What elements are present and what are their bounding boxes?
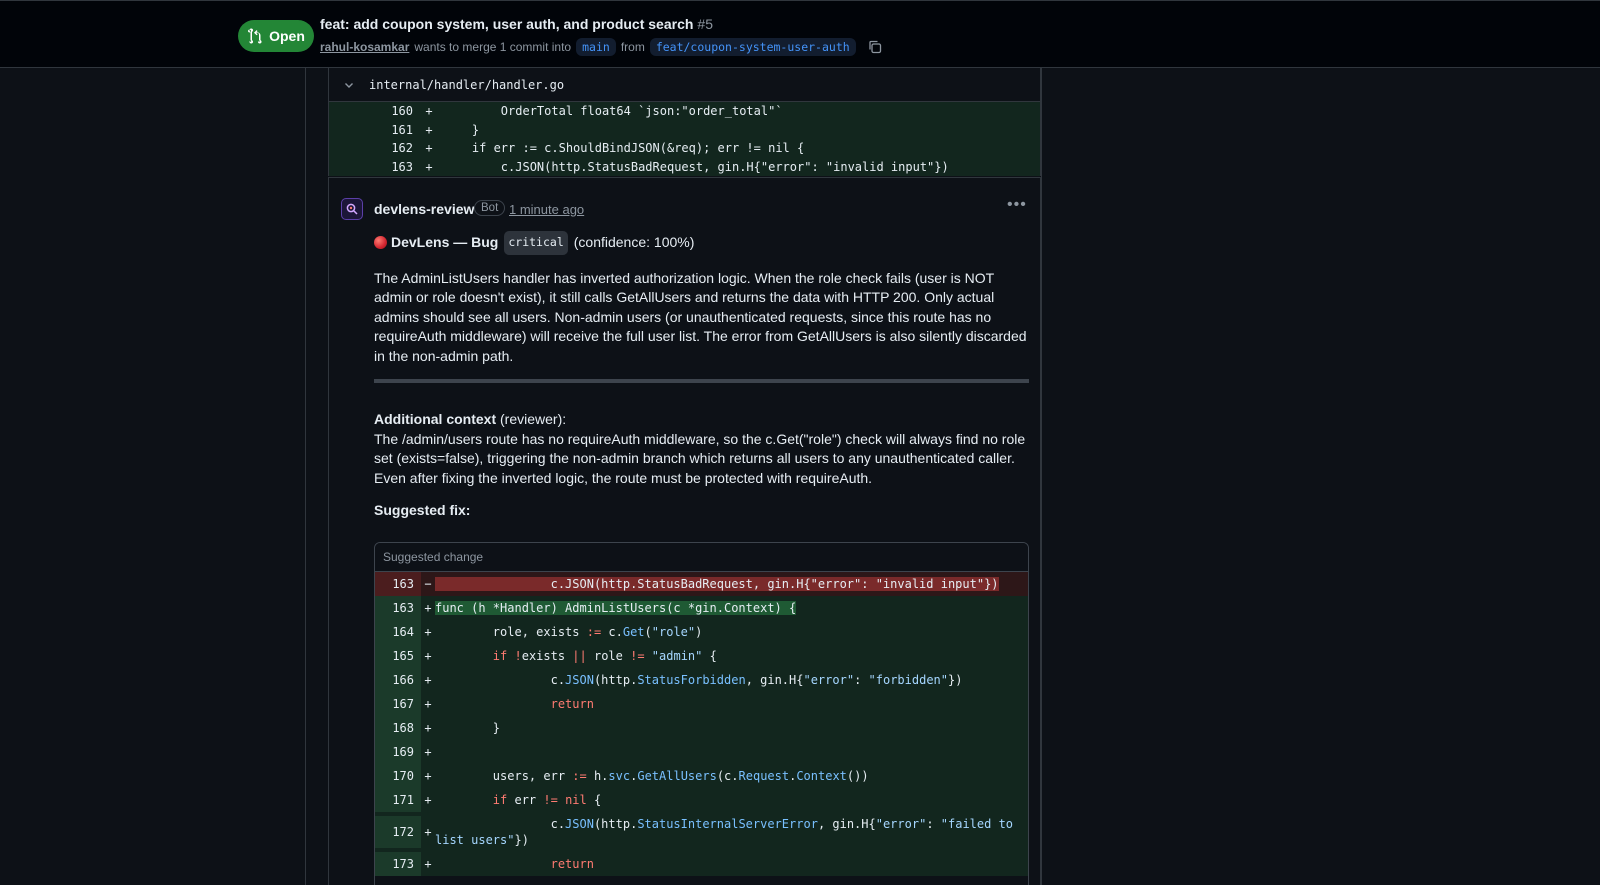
suggestion-added-line: 166 + c.JSON(http.StatusForbidden, gin.H{…: [375, 668, 1028, 692]
merge-text: wants to merge 1 commit into: [414, 40, 572, 54]
diff-file: internal/handler/handler.go 160 + OrderTo…: [328, 68, 1041, 176]
code-text: c.JSON(http.StatusBadRequest, gin.H{"err…: [443, 159, 949, 174]
suggestion-added-line: 163 + func (h *Handler) AdminListUsers(c *…: [375, 596, 1028, 620]
suggestion-added-line: 168 + }: [375, 716, 1028, 740]
file-path: internal/handler/handler.go: [369, 77, 565, 92]
pr-merge-info: rahul-kosamkar wants to merge 1 commit i…: [320, 38, 883, 56]
code-text: OrderTotal float64 `json:"order_total"`: [443, 104, 783, 119]
suggestion-added-line: 165 + if !exists || role != "admin" {: [375, 644, 1028, 668]
comment-body: DevLens — Bug critical (confidence: 100%…: [374, 231, 1029, 521]
suggestion-added-line: 164 + role, exists := c.Get("role"): [375, 620, 1028, 644]
file-header[interactable]: internal/handler/handler.go: [329, 68, 1040, 102]
context-label: Additional context: [374, 411, 497, 427]
severity-line: DevLens — Bug critical (confidence: 100%…: [374, 231, 1029, 255]
diff-marker: +: [425, 122, 433, 137]
context-body: The /admin/users route has no requireAut…: [374, 430, 1026, 486]
severity-title: DevLens — Bug: [391, 234, 499, 250]
pr-title: feat: add coupon system, user auth, and …: [320, 16, 713, 32]
line-number[interactable]: 160: [329, 104, 415, 118]
git-pull-request-icon: [248, 28, 262, 44]
pr-author-link[interactable]: rahul-kosamkar: [320, 40, 409, 54]
suggestion-deleted-line: 163− c.JSON(http.StatusBadRequest, gin.H…: [375, 572, 1028, 596]
suggested-change-header: Suggested change: [375, 543, 1028, 572]
pr-state-label: Open: [269, 28, 305, 44]
line-number[interactable]: 161: [329, 123, 415, 137]
pr-title-text: feat: add coupon system, user auth, and …: [320, 16, 694, 32]
avatar[interactable]: [341, 198, 363, 220]
red-circle-icon: [374, 236, 387, 250]
content-right-border: [1041, 68, 1042, 885]
diff-line: 161 + }: [329, 120, 1040, 139]
suggested-change-box: Suggested change 163− c.JSON(http.Status…: [374, 542, 1029, 885]
bot-badge: Bot: [474, 200, 506, 216]
chevron-down-icon[interactable]: [343, 79, 355, 91]
suggestion-added-line: 171 + if err != nil {: [375, 788, 1028, 812]
diff-line: 162 + if err := c.ShouldBindJSON(&req); e…: [329, 139, 1040, 158]
code-text: if err := c.ShouldBindJSON(&req); err !=…: [443, 141, 805, 156]
from-text: from: [620, 40, 645, 54]
line-number[interactable]: 162: [329, 141, 415, 155]
line-number[interactable]: 163: [329, 160, 415, 174]
confidence-text: (confidence: 100%): [573, 234, 695, 250]
comment-author[interactable]: devlens-review: [374, 201, 474, 217]
severity-chip: critical: [504, 231, 568, 255]
diff-line: 163 + c.JSON(http.StatusBadRequest, gin.H…: [329, 157, 1040, 176]
suggestion-added-line: 167 + return: [375, 692, 1028, 716]
diff-lines: 160 + OrderTotal float64 `json:"order_tot…: [329, 102, 1040, 176]
comment-timestamp[interactable]: 1 minute ago: [509, 202, 584, 217]
suggestion-lines: 163− c.JSON(http.StatusBadRequest, gin.H…: [375, 572, 1028, 876]
suggestion-added-line: 172 + c.JSON(http.StatusInternalServerErr…: [375, 812, 1028, 852]
review-comment: devlens-review Bot 1 minute ago ••• DevL…: [328, 177, 1041, 885]
pr-number: #5: [697, 16, 713, 32]
head-branch[interactable]: feat/coupon-system-user-auth: [649, 38, 856, 56]
suggestion-added-line: 169 +: [375, 740, 1028, 764]
divider: [374, 379, 1029, 383]
context-suffix: (reviewer):: [500, 411, 567, 427]
diff-line: 160 + OrderTotal float64 `json:"order_tot…: [329, 102, 1040, 121]
base-branch[interactable]: main: [576, 38, 616, 56]
diff-marker: +: [425, 104, 433, 119]
suggestion-added-line: 170 + users, err := h.svc.GetAllUsers(c.R…: [375, 764, 1028, 788]
diff-marker: +: [425, 141, 433, 156]
diff-marker: +: [425, 159, 433, 174]
suggested-fix-label: Suggested fix:: [374, 502, 471, 518]
devlens-logo-icon: [346, 203, 358, 215]
pr-state-badge: Open: [238, 20, 314, 52]
timeline-rail: [305, 68, 306, 885]
bug-description: The AdminListUsers handler has inverted …: [374, 269, 1027, 364]
suggestion-added-line: 173 + return: [375, 852, 1028, 876]
context-heading: Additional context (reviewer):: [374, 410, 1029, 430]
more-options-icon[interactable]: •••: [1007, 196, 1027, 214]
copy-icon[interactable]: [867, 39, 883, 55]
pr-header: Open feat: add coupon system, user auth,…: [0, 0, 1600, 68]
code-text: }: [443, 122, 480, 137]
